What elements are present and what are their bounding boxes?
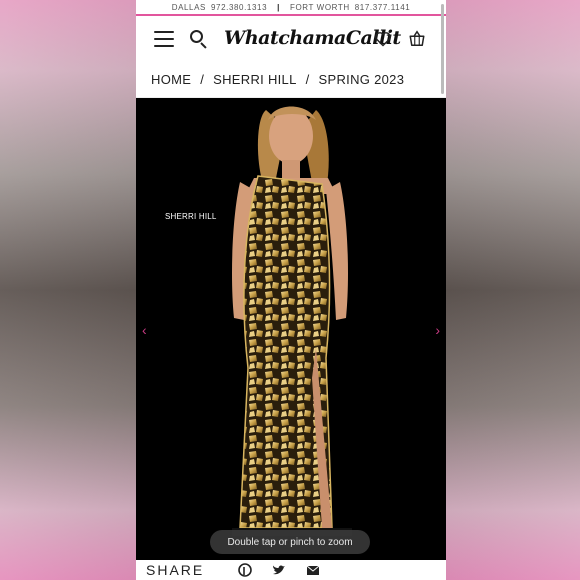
menu-icon[interactable] — [154, 31, 174, 47]
fortworth-label: FORT WORTH — [289, 2, 350, 12]
twitter-icon[interactable] — [272, 563, 286, 577]
phone-screen: DALLAS 972.380.1313 | FORT WORTH 817.377… — [136, 0, 446, 580]
blurred-background-right — [446, 0, 580, 580]
breadcrumb-separator: / — [200, 72, 205, 87]
brand-watermark: SHERRI HILL — [165, 212, 217, 221]
share-label: SHARE — [146, 562, 205, 578]
breadcrumb-spring-2023[interactable]: SPRING 2023 — [319, 72, 405, 87]
product-photo — [232, 106, 352, 536]
prev-image-arrow[interactable]: ‹ — [142, 322, 147, 338]
email-icon[interactable] — [306, 563, 320, 577]
contact-separator: | — [277, 2, 280, 12]
breadcrumb-separator: / — [305, 72, 310, 87]
fortworth-phone-link[interactable]: 817.377.1141 — [355, 3, 411, 12]
next-image-arrow[interactable]: › — [435, 322, 440, 338]
store-contact-bar: DALLAS 972.380.1313 | FORT WORTH 817.377… — [136, 0, 446, 16]
dallas-phone-link[interactable]: 972.380.1313 — [211, 3, 267, 12]
zoom-hint-tooltip: Double tap or pinch to zoom — [210, 530, 370, 554]
breadcrumb-sherri-hill[interactable]: SHERRI HILL — [213, 72, 297, 87]
pinterest-icon[interactable] — [238, 563, 253, 577]
breadcrumb-home[interactable]: HOME — [151, 72, 191, 87]
breadcrumb: HOME / SHERRI HILL / SPRING 2023 — [136, 62, 446, 98]
dallas-label: DALLAS — [171, 2, 206, 12]
heart-icon[interactable] — [374, 31, 392, 47]
site-header: WhatchamaCallit — [136, 16, 446, 62]
product-image-gallery[interactable]: SHERRI HILL ‹ › Double tap or pinch to z… — [136, 98, 446, 560]
search-icon[interactable] — [190, 30, 208, 49]
share-section: SHARE — [136, 560, 446, 580]
scrollbar[interactable] — [441, 4, 444, 94]
blurred-background-left — [0, 0, 136, 580]
bag-icon[interactable] — [408, 30, 426, 47]
